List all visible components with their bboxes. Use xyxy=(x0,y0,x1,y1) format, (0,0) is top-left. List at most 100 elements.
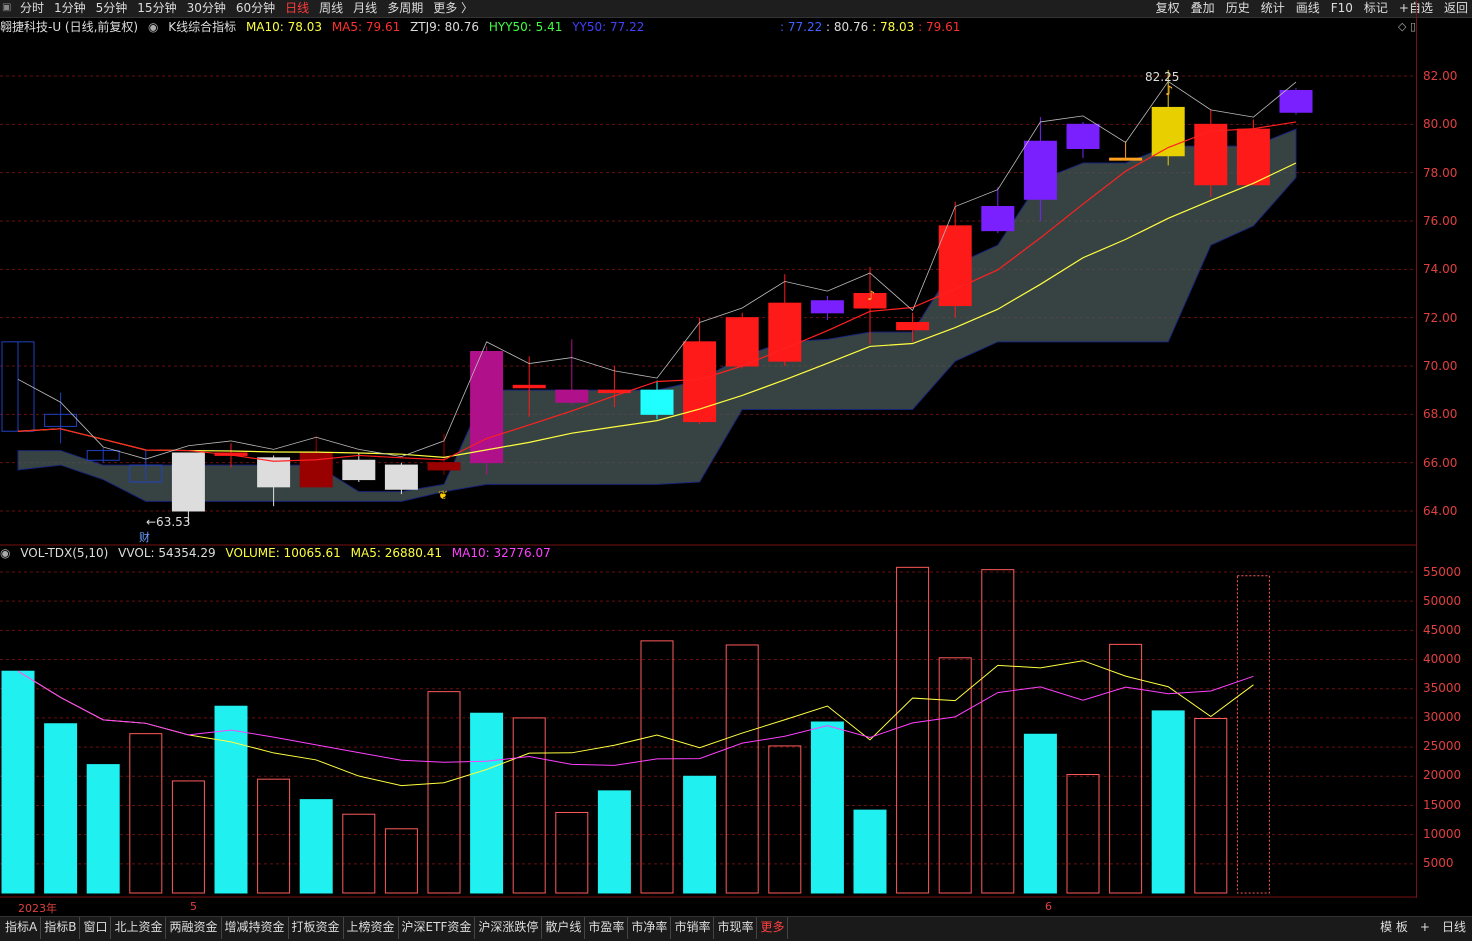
tab-retail-line[interactable]: 散户线 xyxy=(542,917,586,939)
volume-ma-lines xyxy=(17,660,1254,787)
volume-bar xyxy=(299,799,333,894)
price-tick: 64.00 xyxy=(1423,504,1458,518)
volume-bar xyxy=(810,721,844,894)
candle-body xyxy=(981,206,1015,232)
tab-ps[interactable]: 市销率 xyxy=(671,917,715,939)
tab-pe[interactable]: 市盈率 xyxy=(585,917,629,939)
tab-northbound[interactable]: 北上资金 xyxy=(111,917,167,939)
template-button[interactable]: 模 板 xyxy=(1380,917,1408,939)
vol-tick: 50000 xyxy=(1423,594,1462,608)
tab-indicator-b[interactable]: 指标B xyxy=(41,917,81,939)
candle-body xyxy=(1194,123,1228,186)
candle-body xyxy=(1066,123,1100,150)
candle-body xyxy=(384,464,418,490)
volume-bar xyxy=(86,764,120,894)
volume-info-row: ◉ VOL-TDX(5,10) VVOL: 54354.29 VOLUME: 1… xyxy=(0,545,1410,562)
price-axis: 82.00 80.00 78.00 76.00 74.00 72.00 70.0… xyxy=(1416,0,1472,545)
vol-ma5-value: MA5: 26880.41 xyxy=(350,546,442,560)
vol-tick: 35000 xyxy=(1423,681,1462,695)
bottom-right-controls: 模 板 + 日线 xyxy=(1368,917,1466,939)
tab-pb[interactable]: 市净率 xyxy=(628,917,672,939)
candle-body xyxy=(171,452,205,512)
tab-list-funds[interactable]: 上榜资金 xyxy=(344,917,399,939)
x-label-year: 2023年 xyxy=(18,902,57,915)
tab-limit-updown[interactable]: 沪深涨跌停 xyxy=(475,917,543,939)
volume-bar xyxy=(342,813,376,894)
candle-body xyxy=(810,300,844,314)
x-label-june: 6 xyxy=(1045,900,1052,913)
price-tick: 68.00 xyxy=(1423,407,1458,421)
volume-bar xyxy=(470,712,504,894)
candle-body xyxy=(640,389,674,415)
tab-holdings-change[interactable]: 增减持资金 xyxy=(222,917,289,939)
signal-icon[interactable]: ♪ xyxy=(867,289,875,304)
bottom-toolbar: 指标A 指标B 窗口 北上资金 两融资金 增减持资金 打板资金 上榜资金 沪深E… xyxy=(0,916,1472,941)
price-tick: 74.00 xyxy=(1423,262,1458,276)
volume-bar xyxy=(555,811,589,894)
volume-bar xyxy=(427,691,461,894)
candle-body xyxy=(1279,90,1313,113)
signal-icon-2[interactable]: ♪ xyxy=(1165,84,1173,99)
cloud-band xyxy=(17,128,1297,502)
vol-tick: 15000 xyxy=(1423,798,1462,812)
candle-body xyxy=(1023,140,1057,200)
candle-body xyxy=(725,317,759,367)
tab-pcf[interactable]: 市现率 xyxy=(714,917,758,939)
price-tick: 80.00 xyxy=(1423,117,1458,131)
period-indicator[interactable]: 日线 xyxy=(1442,917,1466,939)
price-tick: 78.00 xyxy=(1423,166,1458,180)
vol-tick: 5000 xyxy=(1423,856,1454,870)
volume-bar xyxy=(640,640,674,894)
cai-badge[interactable]: 财 xyxy=(139,530,150,544)
volume-bars[interactable] xyxy=(1,566,1270,894)
volume-bar xyxy=(768,745,802,894)
candle-body xyxy=(342,459,376,481)
candle-body xyxy=(427,462,461,471)
tab-more-indicators[interactable]: 更多 xyxy=(757,917,789,939)
volume-bar xyxy=(981,569,1015,894)
low-annotation: ←63.53 xyxy=(146,515,190,529)
candle-body xyxy=(896,322,930,331)
candle-body xyxy=(1151,106,1185,157)
volume-bar xyxy=(853,809,887,894)
high-annotation: 82.25 xyxy=(1145,70,1179,84)
vol-tick: 30000 xyxy=(1423,710,1462,724)
volume-bar xyxy=(683,775,717,894)
volume-bar xyxy=(257,778,291,894)
volume-bar xyxy=(1066,774,1100,894)
candle-body xyxy=(768,302,802,362)
price-tick: 66.00 xyxy=(1423,456,1458,470)
volume-value: VOLUME: 10065.61 xyxy=(225,546,341,560)
vol-tick: 45000 xyxy=(1423,623,1462,637)
volume-bar xyxy=(1236,575,1270,894)
candle-body xyxy=(257,457,291,488)
vol-tick: 20000 xyxy=(1423,768,1462,782)
indicator-tabs: 指标A 指标B 窗口 北上资金 两融资金 增减持资金 打板资金 上榜资金 沪深E… xyxy=(2,917,789,939)
vol-tick: 25000 xyxy=(1423,739,1462,753)
tab-margin[interactable]: 两融资金 xyxy=(166,917,222,939)
candle-body xyxy=(1236,128,1270,186)
vol-indicator-name[interactable]: VOL-TDX(5,10) xyxy=(20,546,108,560)
volume-bar xyxy=(938,657,972,894)
volume-bar xyxy=(1023,733,1057,894)
tab-window[interactable]: 窗口 xyxy=(80,917,112,939)
butterfly-icon[interactable]: ❦ xyxy=(438,488,448,502)
candle-body xyxy=(512,384,546,389)
volume-bar xyxy=(1109,643,1143,894)
vol-tick: 55000 xyxy=(1423,565,1462,579)
price-tick: 76.00 xyxy=(1423,214,1458,228)
volume-bar xyxy=(214,705,248,894)
tab-indicator-a[interactable]: 指标A xyxy=(2,917,42,939)
vol-tick: 10000 xyxy=(1423,827,1462,841)
add-button[interactable]: + xyxy=(1420,917,1430,939)
volume-bar xyxy=(1194,717,1228,894)
vol-tick: 40000 xyxy=(1423,652,1462,666)
volume-bar xyxy=(384,828,418,894)
tab-limit-funds[interactable]: 打板资金 xyxy=(289,917,344,939)
vol-settings-icon[interactable]: ◉ xyxy=(0,546,10,560)
volume-bar xyxy=(725,644,759,894)
candle-body xyxy=(1109,157,1143,161)
price-tick: 82.00 xyxy=(1423,69,1458,83)
volume-bar xyxy=(171,780,205,894)
tab-etf-funds[interactable]: 沪深ETF资金 xyxy=(399,917,476,939)
